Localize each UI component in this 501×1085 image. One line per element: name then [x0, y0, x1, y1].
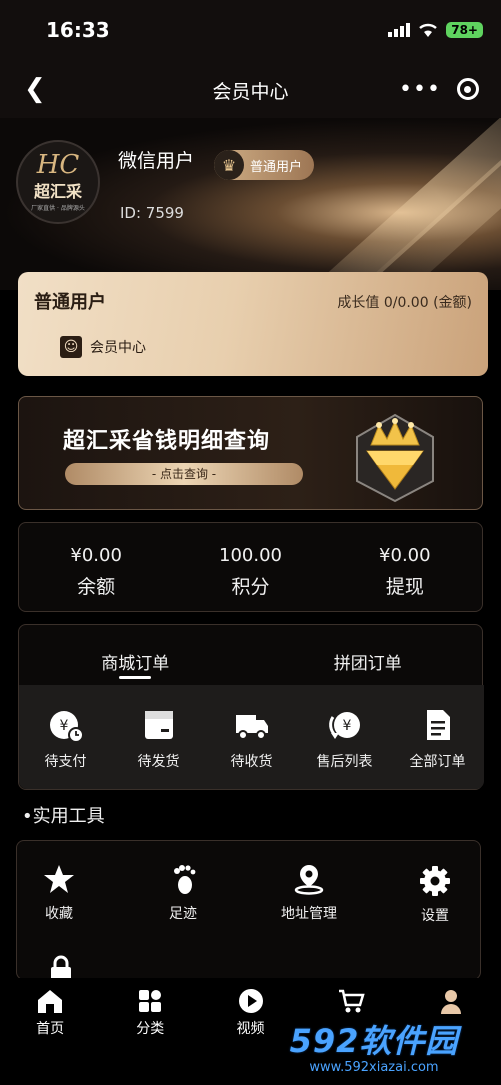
cart-icon	[338, 989, 365, 1013]
order-to-receive-label: 待收货	[230, 754, 273, 770]
document-icon	[426, 710, 450, 740]
order-to-ship[interactable]: 待发货	[112, 685, 205, 789]
gear-icon	[420, 866, 450, 896]
tab-mall-orders[interactable]: 商城订单	[19, 625, 252, 683]
points-value: 100.00	[219, 545, 282, 566]
logo-name: 超汇采	[33, 182, 82, 201]
nav-bar: ❮ 会员中心 •••	[0, 62, 501, 118]
diamond-crown-icon	[356, 413, 434, 503]
box-icon	[144, 711, 173, 739]
star-icon	[44, 865, 74, 893]
level-badge-label: 普通用户	[250, 159, 303, 175]
tab-home[interactable]: 首页	[0, 978, 100, 1085]
tool-address-label: 地址管理	[281, 906, 337, 922]
order-all[interactable]: 全部订单	[391, 685, 484, 789]
status-time: 16:33	[46, 18, 110, 42]
balance-label: 余额	[77, 576, 116, 598]
tab-category-label: 分类	[136, 1021, 165, 1037]
profile-icon	[440, 990, 461, 1014]
tool-address[interactable]: 地址管理	[269, 863, 349, 923]
banner-title: 超汇采省钱明细查询	[63, 429, 271, 454]
tool-settings-label: 设置	[421, 908, 449, 924]
watermark-url: www.592xiazai.com	[309, 1060, 439, 1075]
wifi-icon	[419, 23, 438, 37]
balance-value: ¥0.00	[70, 545, 122, 566]
orders-panel: 商城订单 拼团订单 ¥ 待支付 待发货 待收货 ¥ 售后列表 全部订单	[18, 624, 484, 790]
member-card: 普通用户 成长值 0/0.00 (金额) ☺ 会员中心	[18, 272, 488, 376]
category-icon	[139, 990, 162, 1012]
avatar[interactable]: HC 超汇采 厂家直供 · 品牌源头	[16, 140, 100, 224]
member-center-label: 会员中心	[90, 340, 146, 356]
tool-lock[interactable]	[43, 953, 79, 979]
withdraw-label: 提现	[385, 576, 424, 598]
order-pending-payment-label: 待支付	[44, 754, 87, 770]
tools-panel: 收藏 足迹 地址管理 设置	[16, 840, 481, 980]
query-button[interactable]: - 点击查询 -	[65, 463, 303, 485]
lock-icon	[51, 955, 71, 979]
location-icon	[294, 865, 324, 895]
logo-tagline: 厂家直供 · 品牌源头	[31, 205, 85, 212]
signal-icon	[388, 23, 411, 37]
tool-footprint-label: 足迹	[169, 906, 197, 922]
footprint-icon	[174, 865, 196, 894]
level-badge[interactable]: ♛ 普通用户	[214, 150, 315, 180]
savings-query-banner[interactable]: 超汇采省钱明细查询 - 点击查询 -	[18, 396, 483, 510]
person-icon: ☺	[60, 336, 82, 358]
tools-heading: •实用工具	[22, 806, 105, 827]
order-status-row: ¥ 待支付 待发货 待收货 ¥ 售后列表 全部订单	[19, 685, 484, 789]
tab-home-label: 首页	[36, 1021, 65, 1037]
growth-value: 成长值 0/0.00 (金额)	[337, 295, 472, 311]
status-icons: 78+	[388, 22, 483, 38]
home-icon	[38, 990, 63, 1013]
watermark-main: 592软件园	[289, 1022, 459, 1060]
order-tabs: 商城订单 拼团订单	[19, 625, 484, 683]
tool-favorites[interactable]: 收藏	[35, 863, 83, 923]
tab-category[interactable]: 分类	[100, 978, 200, 1085]
order-to-receive[interactable]: 待收货	[205, 685, 298, 789]
order-after-sales-label: 售后列表	[316, 754, 373, 770]
member-center-link[interactable]: ☺ 会员中心	[60, 336, 146, 358]
points-item[interactable]: 100.00 积分	[173, 523, 327, 611]
user-id: ID: 7599	[120, 204, 184, 222]
more-icon[interactable]: •••	[399, 77, 441, 102]
svg-text:¥: ¥	[59, 718, 68, 734]
withdraw-item[interactable]: ¥0.00 提现	[328, 523, 482, 611]
tool-favorites-label: 收藏	[45, 906, 73, 922]
member-level-title: 普通用户	[34, 292, 106, 313]
order-pending-payment[interactable]: ¥ 待支付	[19, 685, 112, 789]
logo-mark: HC	[36, 150, 80, 180]
truck-icon	[235, 715, 268, 740]
points-label: 积分	[231, 576, 270, 598]
pending-payment-icon: ¥	[49, 711, 84, 743]
order-all-label: 全部订单	[409, 754, 466, 770]
battery-indicator: 78+	[446, 22, 483, 38]
order-after-sales[interactable]: ¥ 售后列表	[298, 685, 391, 789]
refund-icon: ¥	[328, 712, 360, 739]
order-to-ship-label: 待发货	[137, 754, 180, 770]
balance-item[interactable]: ¥0.00 余额	[19, 523, 173, 611]
tool-settings[interactable]: 设置	[411, 865, 459, 925]
play-icon	[238, 989, 263, 1013]
close-target-icon[interactable]	[456, 78, 479, 100]
username: 微信用户	[118, 150, 195, 172]
watermark: 592软件园 www.592xiazai.com	[254, 1016, 494, 1075]
withdraw-value: ¥0.00	[379, 545, 431, 566]
status-bar: 16:33 78+	[0, 0, 501, 62]
profile-header: HC 超汇采 厂家直供 · 品牌源头 微信用户 ♛ 普通用户 ID: 7599	[0, 118, 501, 290]
mini-program-capsule: •••	[391, 71, 487, 107]
svg-text:¥: ¥	[342, 718, 351, 734]
crown-icon: ♛	[214, 150, 244, 180]
balance-panel: ¥0.00 余额 100.00 积分 ¥0.00 提现	[18, 522, 483, 612]
tab-group-orders[interactable]: 拼团订单	[252, 625, 485, 683]
tool-footprint[interactable]: 足迹	[153, 863, 213, 923]
